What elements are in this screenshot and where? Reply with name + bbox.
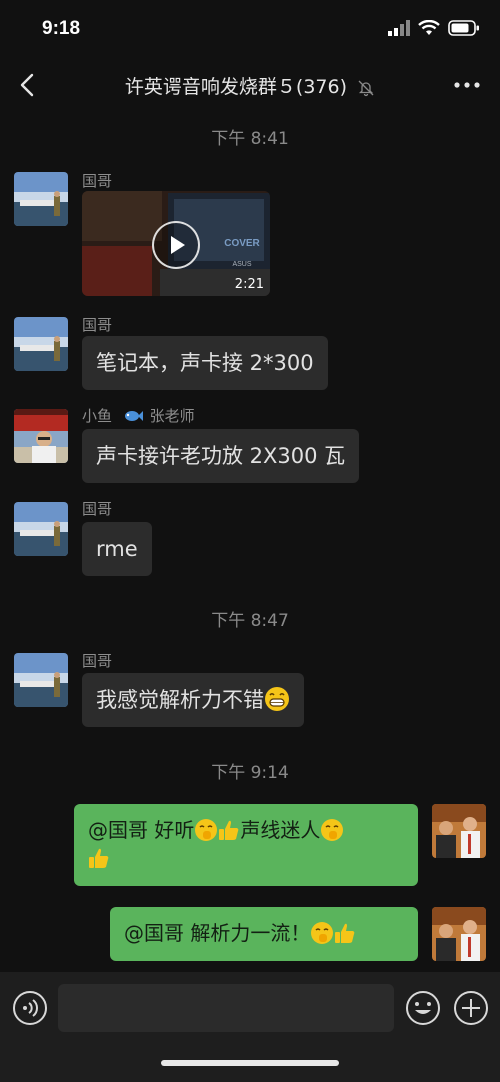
message-bubble[interactable]: 笔记本，声卡接 2*300 bbox=[82, 336, 328, 390]
sender-name: 国哥 bbox=[82, 316, 113, 334]
plus-icon[interactable] bbox=[453, 990, 489, 1026]
message-text: 声线迷人 bbox=[240, 818, 321, 842]
timestamp: 下午 8:47 bbox=[211, 611, 289, 631]
shush-emoji-icon bbox=[321, 819, 344, 841]
avatar[interactable] bbox=[14, 172, 68, 226]
avatar[interactable] bbox=[14, 317, 68, 371]
message-text: @国哥 解析力一流！ bbox=[124, 921, 311, 945]
thumbs-up-icon bbox=[89, 848, 109, 868]
sender-name: 国哥 bbox=[82, 172, 113, 190]
play-icon bbox=[171, 236, 185, 254]
my-avatar[interactable] bbox=[432, 804, 486, 858]
home-indicator bbox=[161, 1060, 339, 1066]
sender-name-prefix: 小鱼 bbox=[82, 407, 113, 425]
message-text: @国哥 好听 bbox=[88, 818, 195, 842]
more-icon[interactable] bbox=[452, 72, 482, 98]
message-bubble[interactable]: 声卡接许老功放 2X300 瓦 bbox=[82, 429, 360, 483]
timestamp: 下午 8:41 bbox=[211, 129, 289, 149]
message-text: 我感觉解析力不错 bbox=[96, 688, 264, 712]
avatar-photo bbox=[14, 317, 68, 371]
timestamp: 下午 9:14 bbox=[211, 763, 289, 783]
status-time: 9:18 bbox=[42, 18, 81, 39]
thumbs-up-icon bbox=[335, 923, 355, 943]
grin-emoji-icon bbox=[265, 687, 289, 711]
message-bubble[interactable]: rme bbox=[82, 522, 152, 576]
avatar-photo bbox=[14, 502, 68, 556]
avatar[interactable] bbox=[14, 653, 68, 707]
play-button[interactable] bbox=[152, 221, 200, 269]
video-duration: 2:21 bbox=[234, 277, 264, 292]
chat-header: 许英谔音响发烧群５(376) bbox=[0, 58, 500, 112]
avatar-photo bbox=[14, 653, 68, 707]
thumbs-up-icon bbox=[219, 820, 239, 840]
fish-icon bbox=[124, 411, 143, 421]
avatar[interactable] bbox=[14, 502, 68, 556]
outgoing-message-bubble[interactable]: @国哥 好听 声线迷人 bbox=[74, 804, 418, 886]
sender-name: 国哥 bbox=[82, 500, 113, 518]
sender-name-suffix: 张老师 bbox=[149, 407, 195, 425]
cellular-signal-icon bbox=[388, 20, 410, 36]
video-overlay-brand: ASUS bbox=[232, 261, 251, 268]
video-overlay-text: COVER bbox=[224, 238, 260, 249]
video-message[interactable]: COVER ASUS 2:21 bbox=[82, 191, 270, 296]
shush-emoji-icon bbox=[195, 819, 218, 841]
wifi-icon bbox=[418, 20, 440, 35]
message-input[interactable] bbox=[58, 984, 394, 1032]
battery-icon bbox=[448, 20, 479, 36]
avatar-photo bbox=[14, 409, 68, 463]
voice-icon[interactable] bbox=[12, 990, 48, 1026]
emoji-icon[interactable] bbox=[405, 990, 441, 1026]
chat-title: 许英谔音响发烧群５(376) bbox=[0, 72, 500, 99]
shush-emoji-icon bbox=[311, 922, 334, 944]
sender-name: 国哥 bbox=[82, 652, 113, 670]
avatar-photo bbox=[432, 804, 486, 858]
chat-title-text: 许英谔音响发烧群５(376) bbox=[124, 76, 348, 98]
message-bubble[interactable]: 我感觉解析力不错 bbox=[82, 673, 304, 727]
outgoing-message-bubble[interactable]: @国哥 解析力一流！ bbox=[110, 907, 418, 961]
status-bar: 9:18 bbox=[0, 0, 500, 58]
avatar-photo bbox=[14, 172, 68, 226]
mute-bell-icon bbox=[358, 80, 374, 96]
avatar-photo bbox=[432, 907, 486, 961]
status-icons bbox=[388, 20, 480, 36]
my-avatar[interactable] bbox=[432, 907, 486, 961]
avatar[interactable] bbox=[14, 409, 68, 463]
sender-name: 小鱼 张老师 bbox=[82, 405, 195, 426]
